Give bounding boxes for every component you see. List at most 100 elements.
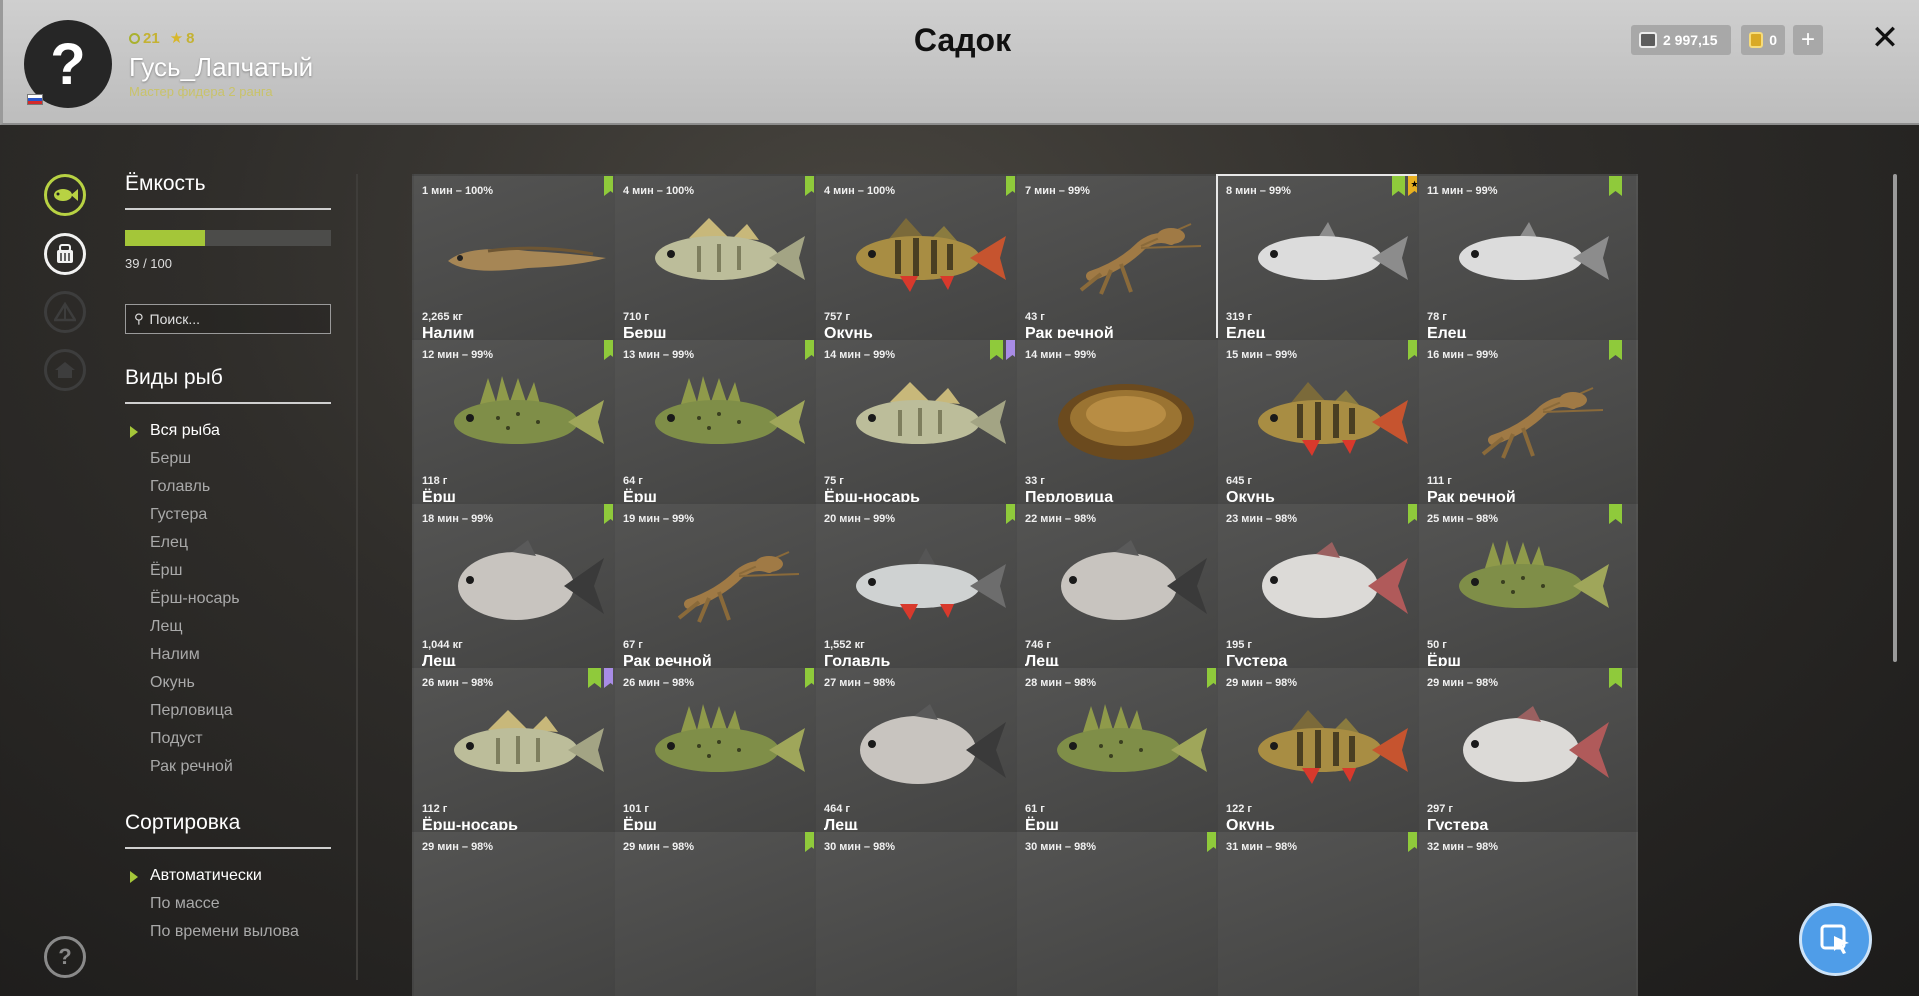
catch-weight: 645 г [1226,475,1252,487]
buy-currency-button[interactable]: + [1793,25,1823,55]
catch-card[interactable]: 23 мин – 98% 195 г Густера [1216,502,1437,677]
help-icon[interactable]: ? [44,936,86,978]
catch-time: 14 мин – 99% [824,349,896,361]
catch-card[interactable]: 29 мин – 98% 122 г Окунь [1216,666,1437,841]
catch-card[interactable]: 26 мин – 98% 112 г Ёрш-носарь [412,666,633,841]
species-filter-item[interactable]: Ёрш [150,562,240,590]
top-bar: ? 21 ★ 8 Гусь_Лапчатый Мастер фидера 2 ра… [0,0,1919,125]
catch-card[interactable]: 29 мин – 98% [412,830,633,996]
species-filter-item[interactable]: Берш [150,450,240,478]
sort-options-list: Автоматически По массе По времени вылова [130,867,299,951]
catch-time: 29 мин – 98% [623,841,695,853]
catch-weight: 43 г [1025,311,1045,323]
bream-image [860,704,1006,784]
ruffe-image [655,376,805,444]
species-filter-item[interactable]: Густера [150,506,240,534]
sort-option[interactable]: По времени вылова [150,923,299,951]
catch-marks [1609,504,1622,524]
scrollbar[interactable] [1893,174,1897,662]
catch-card[interactable]: 22 мин – 98% 746 г Лещ [1015,502,1236,677]
home-icon[interactable] [44,349,86,391]
silver-coin-icon [1639,32,1657,48]
species-filter-item[interactable]: Налим [150,646,240,674]
zander-image [856,382,1006,444]
catch-card[interactable]: 4 мин – 100% 757 г Окунь [814,174,1035,349]
green-bookmark-icon [1392,176,1405,196]
catch-card[interactable]: 28 мин – 98% 61 г Ёрш [1015,666,1236,841]
species-filter-item[interactable]: Окунь [150,674,240,702]
species-filter-item[interactable]: Лещ [150,618,240,646]
cursor-button[interactable] [1799,903,1872,976]
green-bookmark-icon [588,668,601,688]
catch-card[interactable]: 31 мин – 98% [1216,830,1437,996]
sort-option[interactable]: По массе [150,895,299,923]
catch-weight: 1,552 кг [824,639,865,651]
mussel-image [1058,384,1194,460]
catch-weight: 710 г [623,311,649,323]
catch-card[interactable]: 1 мин – 100% 2,265 кг Налим [412,174,633,349]
catch-card[interactable]: 26 мин – 98% 101 г Ёрш [613,666,834,841]
species-filter-item[interactable]: Ёрш-носарь [150,590,240,618]
catch-weight: 50 г [1427,639,1447,651]
tent-icon[interactable] [44,291,86,333]
species-filter-item[interactable]: Подуст [150,730,240,758]
chub-image [856,548,1006,620]
catch-card[interactable]: 11 мин – 99% 78 г Елец [1417,174,1638,349]
species-filter-list: Вся рыба Берш Голавль Густера Елец Ёрш Ёрш-нос… [130,422,240,786]
catch-weight: 112 г [422,803,448,815]
bream-image [458,540,604,620]
catch-card[interactable]: 32 мин – 98% [1417,830,1638,996]
catch-card[interactable]: 29 мин – 98% 297 г Густера [1417,666,1638,841]
catch-card[interactable]: 30 мин – 98% [1015,830,1236,996]
catch-card[interactable]: 12 мин – 99% 118 г Ёрш [412,338,633,513]
species-filter-item[interactable]: Елец [150,534,240,562]
catch-marks [1609,176,1622,196]
catch-card[interactable]: 15 мин – 99% 645 г Окунь [1216,338,1437,513]
catch-card[interactable]: 13 мин – 99% 64 г Ёрш [613,338,834,513]
catch-card[interactable]: 8 мин – 99% ★ 319 г Елец [1216,174,1437,349]
search-input[interactable] [149,311,320,327]
catch-card[interactable]: 29 мин – 98% [613,830,834,996]
fish-icon[interactable] [44,174,86,216]
russia-flag-icon [27,94,43,105]
catch-card[interactable]: 18 мин – 99% 1,044 кг Лещ [412,502,633,677]
catch-weight: 297 г [1427,803,1453,815]
bream-red-image [1262,542,1408,618]
catch-weight: 61 г [1025,803,1045,815]
player-rank: Мастер фидера 2 ранга [129,84,273,99]
green-bookmark-icon [1609,176,1622,196]
catch-time: 20 мин – 99% [824,513,896,525]
cursor-icon [1820,924,1849,954]
sort-option[interactable]: Автоматически [130,867,299,895]
catch-card[interactable]: 19 мин – 99% 67 г Рак речной [613,502,834,677]
sidebar-divider [356,174,358,980]
catch-card[interactable]: 16 мин – 99% 111 г Рак речной [1417,338,1638,513]
catch-time: 13 мин – 99% [623,349,695,361]
close-button[interactable]: ✕ [1867,18,1903,58]
capacity-title: Ёмкость [125,172,331,210]
ruffe-image [454,376,604,444]
catch-card[interactable]: 14 мин – 99% 33 г Перловица [1015,338,1236,513]
catch-card[interactable]: 25 мин – 98% 50 г Ёрш [1417,502,1638,677]
catch-card[interactable]: 4 мин – 100% 710 г Берш [613,174,834,349]
catch-card[interactable]: 30 мин – 98% [814,830,1035,996]
silver-balance: 2 997,15 [1631,25,1731,55]
species-filter-item[interactable]: Вся рыба [130,422,240,450]
species-filter-item[interactable]: Рак речной [150,758,240,786]
catch-card[interactable]: 20 мин – 99% 1,552 кг Голавль [814,502,1035,677]
species-filter-item[interactable]: Голавль [150,478,240,506]
species-filter-item[interactable]: Перловица [150,702,240,730]
catch-weight: 2,265 кг [422,311,463,323]
crayfish-image [1481,387,1604,459]
catch-weight: 319 г [1226,311,1252,323]
catch-time: 14 мин – 99% [1025,349,1097,361]
perch-image [1258,710,1408,784]
catch-time: 4 мин – 100% [824,185,896,197]
basket-icon[interactable] [44,233,86,275]
catch-card[interactable]: 14 мин – 99% 75 г Ёрш-носарь [814,338,1035,513]
catch-card[interactable]: 27 мин – 98% 464 г Лещ [814,666,1035,841]
bream-red-image [1463,706,1609,782]
catch-time: 16 мин – 99% [1427,349,1499,361]
catch-time: 29 мин – 98% [1427,677,1499,689]
catch-card[interactable]: 7 мин – 99% 43 г Рак речной [1015,174,1236,349]
